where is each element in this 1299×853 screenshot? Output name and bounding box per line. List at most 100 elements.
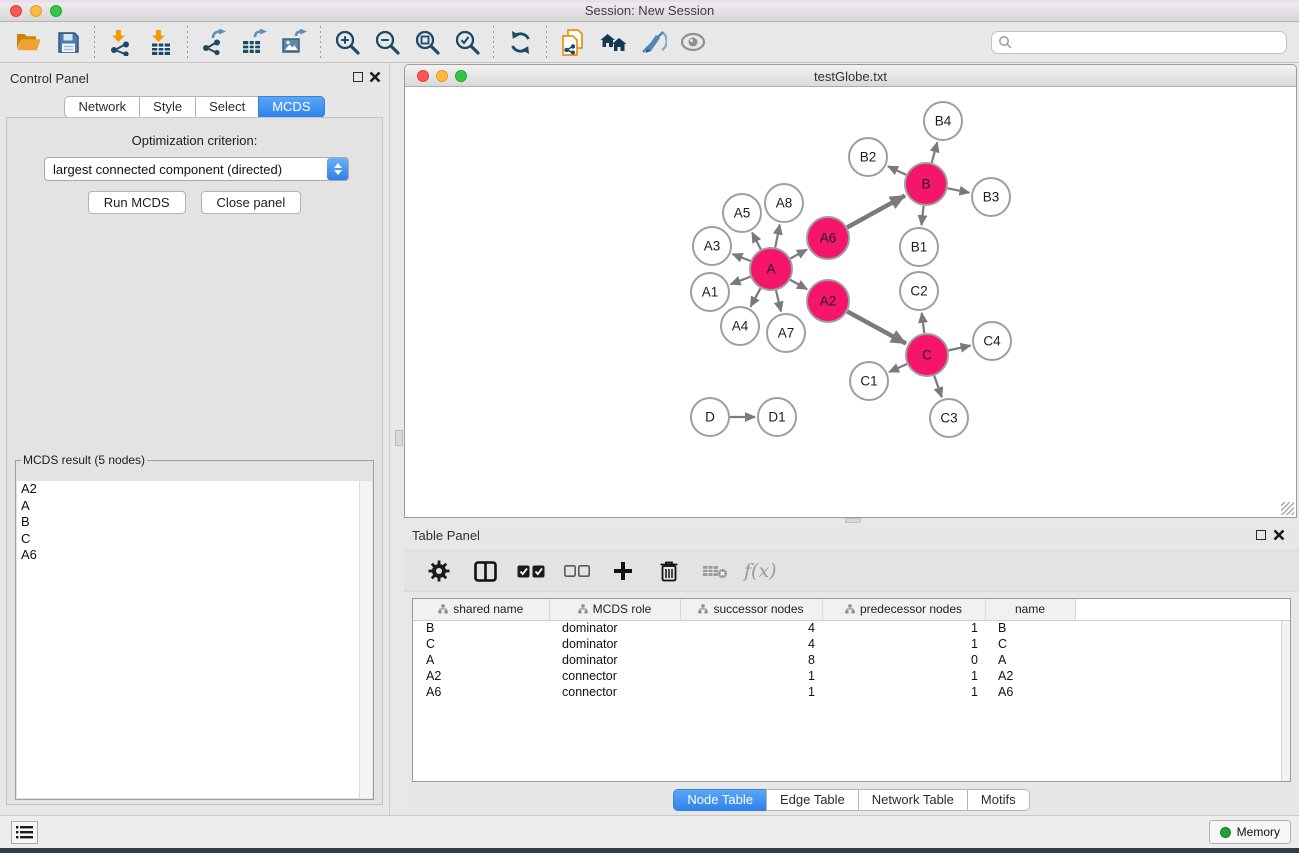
refresh-button[interactable] bbox=[500, 25, 540, 59]
graph-edge-A-A2[interactable] bbox=[790, 280, 807, 289]
column-header-predecessor-nodes[interactable]: predecessor nodes bbox=[822, 599, 985, 620]
table-cell[interactable]: 0 bbox=[822, 652, 985, 668]
mcds-result-list[interactable]: A2ABCA6 bbox=[17, 481, 372, 798]
zoom-fit-button[interactable] bbox=[407, 25, 447, 59]
table-cell[interactable]: A2 bbox=[413, 668, 549, 684]
show-all-networks-button[interactable] bbox=[593, 25, 633, 59]
network-window-titlebar[interactable]: testGlobe.txt bbox=[405, 65, 1296, 87]
export-network-button[interactable] bbox=[194, 25, 234, 59]
graph-edge-A-A3[interactable] bbox=[732, 254, 750, 261]
export-image-button[interactable] bbox=[274, 25, 314, 59]
graph-edge-A-A7[interactable] bbox=[776, 290, 781, 311]
graph-edge-A-A5[interactable] bbox=[752, 233, 761, 250]
graph-edge-A-A6[interactable] bbox=[790, 249, 807, 258]
deselect-all-button[interactable] bbox=[560, 555, 594, 587]
table-cell[interactable]: B bbox=[985, 620, 1075, 636]
hide-annotations-button[interactable] bbox=[633, 25, 673, 59]
import-network-button[interactable] bbox=[101, 25, 141, 59]
graph-edge-C-C4[interactable] bbox=[949, 346, 971, 351]
result-list-item[interactable]: A2 bbox=[17, 481, 372, 498]
close-panel-button[interactable]: Close panel bbox=[201, 191, 302, 214]
table-cell[interactable]: 1 bbox=[822, 668, 985, 684]
graph-edge-C-C3[interactable] bbox=[934, 376, 941, 397]
table-cell[interactable]: C bbox=[413, 636, 549, 652]
search-field[interactable] bbox=[991, 31, 1287, 54]
task-history-button[interactable] bbox=[11, 821, 38, 844]
table-cell[interactable]: dominator bbox=[549, 636, 680, 652]
network-snapshot-button[interactable] bbox=[553, 25, 593, 59]
result-list-item[interactable]: A6 bbox=[17, 547, 372, 564]
float-panel-icon[interactable] bbox=[353, 72, 363, 82]
graph-edge-B-B3[interactable] bbox=[948, 188, 970, 192]
table-cell[interactable]: connector bbox=[549, 684, 680, 700]
graph-edge-B-B2[interactable] bbox=[888, 166, 906, 174]
graph-edge-A2-C[interactable] bbox=[847, 312, 906, 344]
column-view-button[interactable] bbox=[468, 555, 502, 587]
table-cell[interactable]: dominator bbox=[549, 620, 680, 636]
result-scrollbar[interactable] bbox=[359, 481, 372, 798]
table-cell[interactable]: A bbox=[985, 652, 1075, 668]
column-header-mcds-role[interactable]: MCDS role bbox=[549, 599, 680, 620]
zoom-out-button[interactable] bbox=[367, 25, 407, 59]
table-row[interactable]: A2connector11A2 bbox=[413, 668, 1290, 684]
table-float-panel-icon[interactable] bbox=[1256, 530, 1266, 540]
graph-edge-C-C2[interactable] bbox=[922, 313, 925, 333]
vertical-splitter-handle[interactable] bbox=[395, 430, 403, 446]
graph-edge-B-B1[interactable] bbox=[921, 206, 923, 225]
tab-network[interactable]: Network bbox=[64, 96, 140, 118]
table-row[interactable]: A6connector11A6 bbox=[413, 684, 1290, 700]
criterion-dropdown[interactable]: largest connected component (directed) bbox=[44, 157, 349, 181]
table-close-panel-icon[interactable] bbox=[1273, 528, 1285, 542]
tab-motifs[interactable]: Motifs bbox=[967, 789, 1030, 811]
window-resize-grip[interactable] bbox=[1281, 502, 1294, 515]
table-row[interactable]: Bdominator41B bbox=[413, 620, 1290, 636]
tab-mcds[interactable]: MCDS bbox=[258, 96, 324, 118]
table-cell[interactable]: 1 bbox=[822, 684, 985, 700]
delete-table-button[interactable] bbox=[698, 555, 732, 587]
table-cell[interactable]: 4 bbox=[680, 636, 822, 652]
graph-edge-A-A1[interactable] bbox=[731, 277, 751, 284]
tab-select[interactable]: Select bbox=[195, 96, 259, 118]
network-canvas[interactable]: B4B2BB3A5A8A6A3B1AC2A1A2A4A7C4CC1C3DD1 bbox=[405, 87, 1296, 517]
table-settings-button[interactable] bbox=[422, 555, 456, 587]
graph-edge-C-C1[interactable] bbox=[889, 364, 907, 372]
graph-edge-A-A8[interactable] bbox=[775, 225, 779, 248]
graph-edge-B-B4[interactable] bbox=[932, 142, 938, 163]
close-panel-icon[interactable] bbox=[369, 70, 381, 84]
result-list-item[interactable]: A bbox=[17, 498, 372, 515]
search-input[interactable] bbox=[1012, 35, 1280, 49]
save-session-button[interactable] bbox=[48, 25, 88, 59]
table-cell[interactable]: dominator bbox=[549, 652, 680, 668]
tab-node-table[interactable]: Node Table bbox=[673, 789, 767, 811]
table-cell[interactable]: 8 bbox=[680, 652, 822, 668]
graph-edge-A-A4[interactable] bbox=[751, 288, 761, 306]
show-graphics-details-button[interactable] bbox=[673, 25, 713, 59]
table-cell[interactable]: C bbox=[985, 636, 1075, 652]
table-cell[interactable]: A2 bbox=[985, 668, 1075, 684]
column-header-name[interactable]: name bbox=[985, 599, 1075, 620]
open-file-button[interactable] bbox=[8, 25, 48, 59]
horizontal-splitter-handle[interactable] bbox=[845, 518, 861, 523]
table-cell[interactable]: 1 bbox=[680, 668, 822, 684]
table-cell[interactable]: 1 bbox=[822, 620, 985, 636]
table-cell[interactable]: A6 bbox=[985, 684, 1075, 700]
graph-edge-A6-B[interactable] bbox=[847, 196, 905, 228]
table-scrollbar[interactable] bbox=[1281, 621, 1290, 781]
table-cell[interactable]: connector bbox=[549, 668, 680, 684]
table-cell[interactable]: 1 bbox=[822, 636, 985, 652]
tab-style[interactable]: Style bbox=[139, 96, 196, 118]
table-cell[interactable]: 4 bbox=[680, 620, 822, 636]
add-column-button[interactable] bbox=[606, 555, 640, 587]
zoom-selected-button[interactable] bbox=[447, 25, 487, 59]
zoom-in-button[interactable] bbox=[327, 25, 367, 59]
run-mcds-button[interactable]: Run MCDS bbox=[88, 191, 186, 214]
result-list-item[interactable]: B bbox=[17, 514, 372, 531]
tab-edge-table[interactable]: Edge Table bbox=[766, 789, 859, 811]
column-header-successor-nodes[interactable]: successor nodes bbox=[680, 599, 822, 620]
column-header-shared-name[interactable]: shared name bbox=[413, 599, 549, 620]
delete-column-button[interactable] bbox=[652, 555, 686, 587]
import-table-button[interactable] bbox=[141, 25, 181, 59]
table-row[interactable]: Cdominator41C bbox=[413, 636, 1290, 652]
select-all-button[interactable] bbox=[514, 555, 548, 587]
function-builder-button[interactable]: f(x) bbox=[744, 555, 777, 587]
